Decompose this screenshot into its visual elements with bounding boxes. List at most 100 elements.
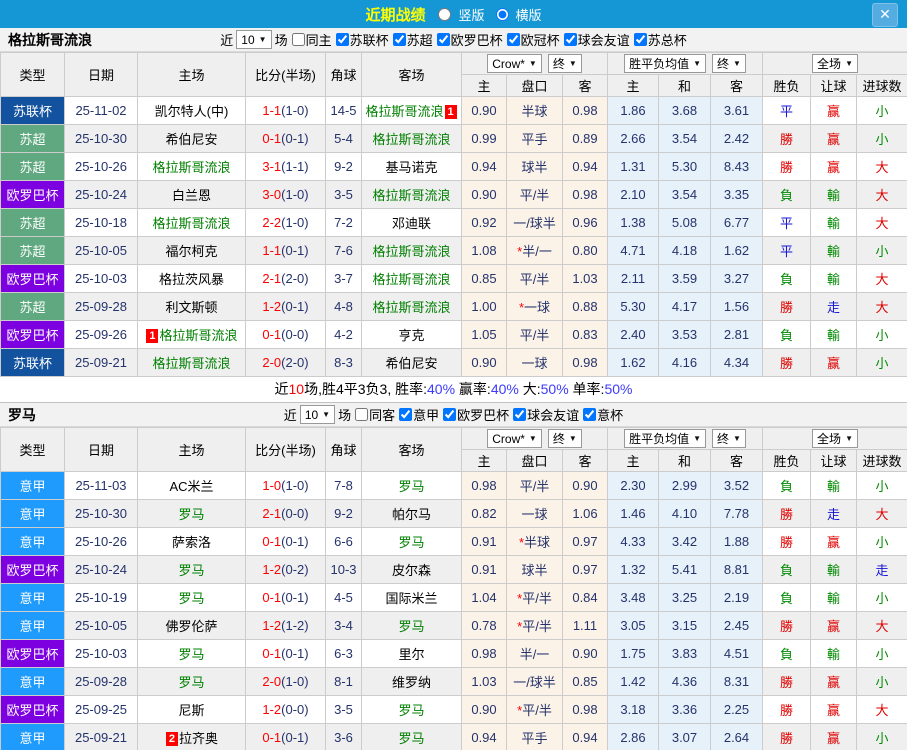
handicap-star: * (517, 703, 523, 718)
close-icon[interactable]: ✕ (872, 3, 898, 27)
away-team-cell: 罗马 (361, 471, 462, 500)
final-select[interactable]: 终 ▼ (712, 54, 746, 73)
date-cell: 25-09-25 (64, 695, 138, 724)
away-team-cell: 格拉斯哥流浪 (361, 264, 462, 293)
result-cell: 負 (762, 180, 812, 209)
final-select[interactable]: 终 ▼ (547, 428, 582, 448)
league-checkbox-1[interactable] (443, 408, 457, 421)
final-select[interactable]: 终 ▼ (712, 429, 746, 448)
vertical-layout-radio[interactable] (438, 7, 452, 21)
league-type-cell: 苏超 (0, 208, 65, 237)
league-type-cell: 意甲 (0, 611, 65, 640)
wdl-average-select[interactable]: 胜平负均值 ▼ (624, 54, 706, 73)
corner-cell: 3-4 (325, 611, 362, 640)
subheader-cell: 和 (658, 449, 711, 472)
chevron-down-icon: ▼ (568, 58, 577, 68)
home-team-name: 尼斯 (178, 703, 205, 718)
home-team-name: 白兰恩 (171, 188, 211, 203)
asian-odds-cell: 0.94 (562, 723, 608, 750)
stats-summary: 近10场,胜4平3负3, 胜率:40% 赢率:40% 大:50% 单率:50% (0, 377, 907, 403)
away-team-cell: 罗马 (361, 695, 462, 724)
home-team-name: 格拉斯哥流浪 (159, 328, 238, 343)
league-checkbox-1[interactable] (392, 33, 406, 46)
asian-odds-cell: 0.91 (461, 555, 507, 584)
league-checkbox-5[interactable] (633, 33, 647, 46)
same-venue-label: 同主 (305, 33, 332, 48)
halftime-score: (0-1) (281, 730, 309, 745)
odds-company-select[interactable]: Crow* ▼ (487, 54, 542, 74)
odds-company-select[interactable]: Crow* ▼ (487, 429, 542, 449)
asian-odds-cell: 1.05 (461, 320, 507, 349)
subheader-cell: 客 (562, 74, 608, 97)
league-label: 苏总杯 (647, 33, 687, 48)
league-checkbox-0[interactable] (335, 33, 349, 46)
summary-part: 10 (288, 381, 305, 397)
subheader-cell: 客 (562, 449, 608, 472)
away-team-cell: 皮尔森 (361, 555, 462, 584)
corner-cell: 9-2 (325, 499, 362, 528)
away-team-name: 皮尔森 (391, 563, 431, 578)
recent-count-select[interactable]: 10 ▼ (236, 30, 272, 49)
europe-odds-cell: 3.35 (709, 180, 764, 209)
handicap-cell: 半球 (506, 96, 563, 125)
scope-select[interactable]: 全场 ▼ (812, 54, 858, 73)
away-team-cell: 格拉斯哥流浪 (361, 292, 462, 321)
handicap-result-cell: 輸 (810, 264, 858, 293)
titlebar: 近期战绩 竖版 横版 ✕ (0, 0, 907, 28)
col-type: 类型 (0, 52, 65, 97)
table-row: 意甲 25-10-30 罗马 2-1(0-0) 9-2 帕尔马 0.82 一球 1.06 1.46… (0, 499, 907, 528)
date-cell: 25-10-18 (64, 208, 138, 237)
corner-cell: 8-1 (325, 667, 362, 696)
handicap-cell: 球半 (506, 152, 563, 181)
league-checkbox-3[interactable] (506, 33, 520, 46)
away-team-cell: 格拉斯哥流浪 1 (361, 96, 462, 125)
goals-result-cell: 小 (856, 96, 907, 125)
handicap-result-cell: 輸 (810, 639, 858, 668)
same-venue-checkbox[interactable] (355, 408, 369, 421)
europe-odds-cell: 1.32 (607, 555, 659, 584)
goals-result-cell: 小 (856, 723, 907, 750)
league-checkbox-0[interactable] (399, 408, 413, 421)
league-checkbox-3[interactable] (583, 408, 597, 421)
league-checkbox-2[interactable] (436, 33, 450, 46)
score-cell: 1-2(0-1) (245, 292, 326, 321)
asian-odds-cell: 0.90 (461, 96, 507, 125)
europe-odds-cell: 8.43 (709, 152, 764, 181)
home-team-name: 罗马 (178, 563, 205, 578)
handicap-cell: 平/半 (506, 320, 563, 349)
europe-odds-cell: 3.42 (658, 527, 711, 556)
subheader-cell: 主 (607, 449, 659, 472)
score-cell: 1-1(1-0) (245, 96, 326, 125)
score-cell: 1-1(0-1) (245, 236, 326, 265)
goals-result-cell: 小 (856, 639, 907, 668)
fulltime-score: 3-0 (262, 187, 282, 202)
result-cell: 勝 (762, 667, 812, 696)
wdl-average-select[interactable]: 胜平负均值 ▼ (624, 429, 706, 448)
league-checkbox-4[interactable] (563, 33, 577, 46)
away-team-cell: 罗马 (361, 723, 462, 750)
europe-odds-cell: 7.78 (709, 499, 764, 528)
scope-dropdown: 全场 ▼ (762, 52, 907, 75)
final-select[interactable]: 终 ▼ (547, 53, 582, 73)
recent-count-select[interactable]: 10 ▼ (299, 405, 336, 424)
europe-odds-cell: 3.68 (658, 96, 711, 125)
europe-odds-cell: 2.45 (709, 611, 764, 640)
league-label: 苏超 (406, 33, 433, 48)
europe-odds-cell: 1.86 (607, 96, 659, 125)
same-venue-checkbox[interactable] (291, 33, 305, 46)
scope-select[interactable]: 全场 ▼ (812, 429, 858, 448)
horizontal-layout-radio[interactable] (495, 7, 509, 21)
league-checkbox-2[interactable] (513, 408, 527, 421)
asian-odds-cell: 0.94 (461, 723, 507, 750)
asian-odds-cell: 0.98 (562, 348, 608, 377)
section-filter-bar: 格拉斯哥流浪 近 10 ▼ 场 同主 苏联杯 苏超 欧罗巴杯 欧冠杯 球会友谊 苏总杯 (0, 28, 907, 52)
table-row: 意甲 25-10-19 罗马 0-1(0-1) 4-5 国际米兰 1.04 *平/半 0.84 3… (0, 583, 907, 612)
home-team-cell: 1 格拉斯哥流浪 (137, 320, 246, 349)
league-label: 欧罗巴杯 (457, 408, 510, 423)
home-team-name: 福尔柯克 (165, 244, 218, 259)
chevron-down-icon: ▼ (845, 434, 853, 443)
table-row: 意甲 25-09-21 2 拉齐奥 0-1(0-1) 3-6 罗马 0.94 平手 0.94 2.8… (0, 723, 907, 750)
away-team-name: 罗马 (398, 703, 425, 718)
halftime-score: (1-0) (281, 187, 309, 202)
away-team-name: 格拉斯哥流浪 (372, 132, 451, 147)
